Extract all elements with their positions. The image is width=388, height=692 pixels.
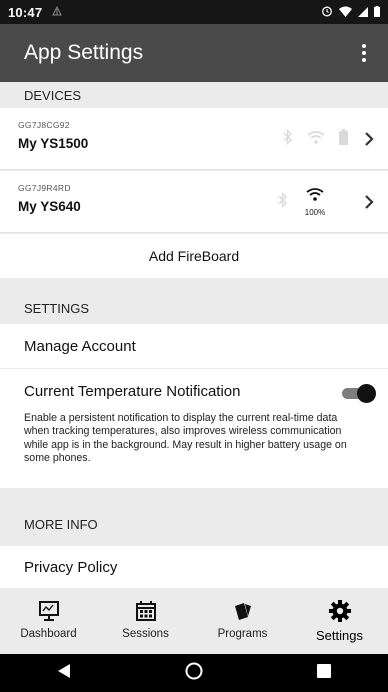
device-status-icons: 100%: [278, 171, 328, 233]
tab-dashboard[interactable]: Dashboard: [0, 588, 97, 654]
app-settings-screen: 10:47 App Settings DEVICES GG7J8CG92 My …: [0, 0, 388, 692]
notification-label: Current Temperature Notification: [24, 383, 241, 400]
home-icon[interactable]: [185, 662, 203, 685]
tab-label: Sessions: [122, 628, 169, 640]
calendar-icon: [135, 598, 157, 624]
tab-programs[interactable]: Programs: [194, 588, 291, 654]
bottom-navigation: Dashboard Sessions Programs Settings: [0, 588, 388, 654]
battery-icon: [374, 5, 380, 20]
status-icons: [321, 5, 380, 20]
page-title: App Settings: [24, 41, 144, 64]
back-icon[interactable]: [57, 663, 71, 684]
system-navigation-bar: [0, 654, 388, 692]
more-info-header: MORE INFO: [0, 488, 388, 546]
status-bar: 10:47: [0, 0, 388, 24]
dashboard-icon: [38, 598, 60, 624]
cell-icon: [358, 5, 368, 20]
temperature-notification-setting: Current Temperature Notification Enable …: [0, 369, 388, 488]
wifi-status: 100%: [302, 182, 328, 222]
notification-description: Enable a persistent notification to disp…: [24, 412, 347, 464]
tab-settings[interactable]: Settings: [291, 588, 388, 654]
notification-toggle[interactable]: [342, 384, 376, 403]
settings-header: SETTINGS: [0, 278, 388, 324]
wifi-icon: [306, 187, 324, 206]
manage-account-item[interactable]: Manage Account: [0, 324, 388, 368]
chevron-right-icon[interactable]: [359, 191, 379, 213]
bluetooth-icon: [278, 191, 288, 213]
device-id: GG7J8CG92: [18, 120, 70, 130]
status-time: 10:47: [8, 4, 43, 20]
app-bar: App Settings: [0, 24, 388, 82]
wifi-icon: [339, 5, 352, 20]
cards-icon: [232, 598, 254, 624]
device-status-icons: [283, 108, 348, 170]
privacy-policy-item[interactable]: Privacy Policy: [0, 546, 388, 588]
gear-icon: [328, 598, 352, 624]
signal-strength: 100%: [304, 208, 326, 217]
device-name: My YS640: [18, 199, 81, 214]
signal-icon: [52, 5, 63, 19]
toggle-thumb: [357, 384, 376, 403]
wifi-icon: [307, 130, 325, 149]
device-row-ys1500[interactable]: GG7J8CG92 My YS1500: [0, 108, 388, 170]
chevron-right-icon[interactable]: [359, 128, 379, 150]
device-id: GG7J9R4RD: [18, 183, 71, 193]
more-vert-icon[interactable]: [354, 38, 374, 68]
bluetooth-icon: [283, 128, 293, 150]
battery-icon: [339, 128, 348, 150]
tab-label: Dashboard: [20, 628, 77, 640]
devices-header: DEVICES: [0, 82, 388, 108]
device-row-ys640[interactable]: GG7J9R4RD My YS640 100%: [0, 171, 388, 233]
tab-sessions[interactable]: Sessions: [97, 588, 194, 654]
device-name: My YS1500: [18, 136, 89, 151]
add-fireboard-button[interactable]: Add FireBoard: [0, 234, 388, 278]
alarm-icon: [321, 5, 333, 20]
tab-label: Settings: [316, 628, 363, 643]
recents-icon[interactable]: [317, 663, 331, 683]
tab-label: Programs: [217, 628, 268, 640]
